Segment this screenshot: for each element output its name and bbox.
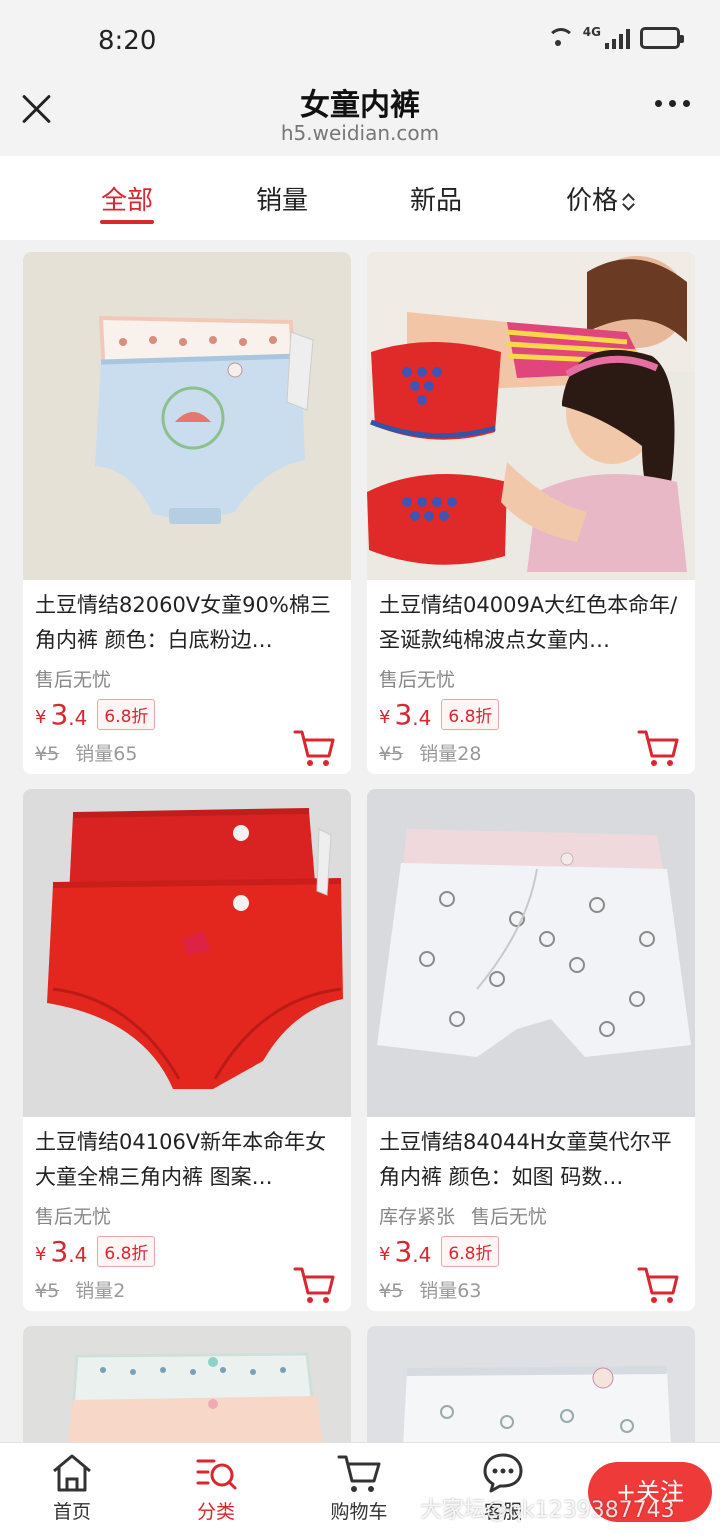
sort-toggle-icon (622, 192, 634, 212)
top-bar: 8:20 4G 女童内裤 h5.weidian.com (0, 0, 720, 156)
tab-all[interactable]: 全部 (101, 180, 153, 217)
signal-icon (605, 27, 630, 49)
wifi-icon (545, 26, 575, 50)
discount-badge: 6.8折 (97, 699, 156, 730)
price-currency: ¥ (35, 707, 47, 728)
sales-count: 销量28 (419, 743, 482, 765)
nav-cart-label: 购物车 (330, 1501, 388, 1523)
home-icon (53, 1454, 91, 1492)
original-price-row: ¥5 销量65 (35, 739, 137, 766)
discount-badge: 6.8折 (97, 1236, 156, 1267)
active-tab-indicator (100, 220, 154, 224)
nav-home[interactable]: 首页 (27, 1451, 117, 1524)
price-decimal: .4 (68, 1242, 88, 1267)
nav-category[interactable]: 分类 (171, 1451, 261, 1524)
product-image[interactable] (367, 1326, 695, 1446)
product-image[interactable] (23, 789, 351, 1117)
status-time: 8:20 (98, 26, 157, 56)
sales-count: 销量2 (75, 1280, 126, 1302)
price-integer: 3 (50, 1235, 69, 1268)
product-title[interactable]: 土豆情结82060V女童90%棉三角内裤 颜色：白底粉边… (35, 588, 341, 658)
discount-badge: 6.8折 (441, 1236, 500, 1267)
price-currency: ¥ (35, 1244, 47, 1265)
product-tag: 售后无忧 (35, 1206, 112, 1228)
add-to-cart-icon[interactable] (637, 728, 679, 768)
price-decimal: .4 (68, 705, 88, 730)
nav-home-label: 首页 (52, 1501, 91, 1523)
price-decimal: .4 (412, 1242, 432, 1267)
product-card[interactable]: 土豆情结04106V新年本命年女大童全棉三角内裤 图案… 售后无忧 ¥ 3 .4… (23, 789, 351, 1311)
original-price: ¥5 (379, 743, 404, 765)
product-tags: 库存紧张 售后无忧 (379, 1202, 563, 1229)
tab-sales[interactable]: 销量 (256, 180, 308, 217)
product-price: ¥ 3 .4 6.8折 (379, 1235, 500, 1268)
page-title: 女童内裤 (300, 88, 420, 123)
more-options-icon[interactable] (655, 100, 690, 107)
product-price: ¥ 3 .4 6.8折 (35, 1235, 156, 1268)
product-card[interactable]: 土豆情结04009A大红色本命年/圣诞款纯棉波点女童内… 售后无忧 ¥ 3 .4… (367, 252, 695, 774)
product-title[interactable]: 土豆情结04106V新年本命年女大童全棉三角内裤 图案… (35, 1125, 341, 1195)
battery-icon (640, 27, 684, 49)
product-title[interactable]: 土豆情结84044H女童莫代尔平角内裤 颜色：如图 码数… (379, 1125, 685, 1195)
category-search-icon (196, 1459, 237, 1490)
original-price: ¥5 (379, 1280, 404, 1302)
product-tag: 售后无忧 (379, 669, 456, 691)
original-price-row: ¥5 销量63 (379, 1276, 481, 1303)
product-card[interactable] (23, 1326, 351, 1446)
product-price: ¥ 3 .4 6.8折 (379, 698, 500, 731)
sales-count: 销量65 (75, 743, 138, 765)
tab-price[interactable]: 价格 (566, 180, 634, 217)
product-price: ¥ 3 .4 6.8折 (35, 698, 156, 731)
original-price: ¥5 (35, 1280, 60, 1302)
add-to-cart-icon[interactable] (293, 1265, 335, 1305)
price-integer: 3 (394, 698, 413, 731)
page-url: h5.weidian.com (280, 121, 440, 145)
price-currency: ¥ (379, 1244, 391, 1265)
product-card[interactable] (367, 1326, 695, 1446)
product-tag: 库存紧张 (379, 1206, 456, 1228)
tab-price-label: 价格 (566, 186, 619, 216)
original-price: ¥5 (35, 743, 60, 765)
product-card[interactable]: 土豆情结82060V女童90%棉三角内裤 颜色：白底粉边… 售后无忧 ¥ 3 .… (23, 252, 351, 774)
chat-icon (483, 1453, 523, 1493)
status-icons: 4G (545, 25, 684, 50)
price-decimal: .4 (412, 705, 432, 730)
product-title[interactable]: 土豆情结04009A大红色本命年/圣诞款纯棉波点女童内… (379, 588, 685, 658)
product-tag: 售后无忧 (471, 1206, 548, 1228)
original-price-row: ¥5 销量28 (379, 739, 481, 766)
sort-tabs: 全部 销量 新品 价格 (0, 156, 720, 240)
watermark: 大家坛@qk1239387743 (420, 1498, 675, 1523)
add-to-cart-icon[interactable] (637, 1265, 679, 1305)
product-image[interactable] (367, 789, 695, 1117)
product-tags: 售后无忧 (35, 1202, 127, 1229)
price-integer: 3 (394, 1235, 413, 1268)
product-card[interactable]: 土豆情结84044H女童莫代尔平角内裤 颜色：如图 码数… 库存紧张 售后无忧 ¥… (367, 789, 695, 1311)
nav-category-label: 分类 (196, 1501, 235, 1523)
cart-icon (337, 1455, 381, 1492)
discount-badge: 6.8折 (441, 699, 500, 730)
price-currency: ¥ (379, 707, 391, 728)
original-price-row: ¥5 销量2 (35, 1276, 125, 1303)
network-type: 4G (582, 25, 601, 39)
tab-new[interactable]: 新品 (410, 180, 462, 217)
sales-count: 销量63 (419, 1280, 482, 1302)
product-tag: 售后无忧 (35, 669, 112, 691)
price-integer: 3 (50, 698, 69, 731)
product-image[interactable] (23, 252, 351, 580)
product-image[interactable] (23, 1326, 351, 1446)
product-tags: 售后无忧 (379, 665, 471, 692)
add-to-cart-icon[interactable] (293, 728, 335, 768)
product-image[interactable] (367, 252, 695, 580)
nav-cart[interactable]: 购物车 (314, 1451, 404, 1524)
product-tags: 售后无忧 (35, 665, 127, 692)
